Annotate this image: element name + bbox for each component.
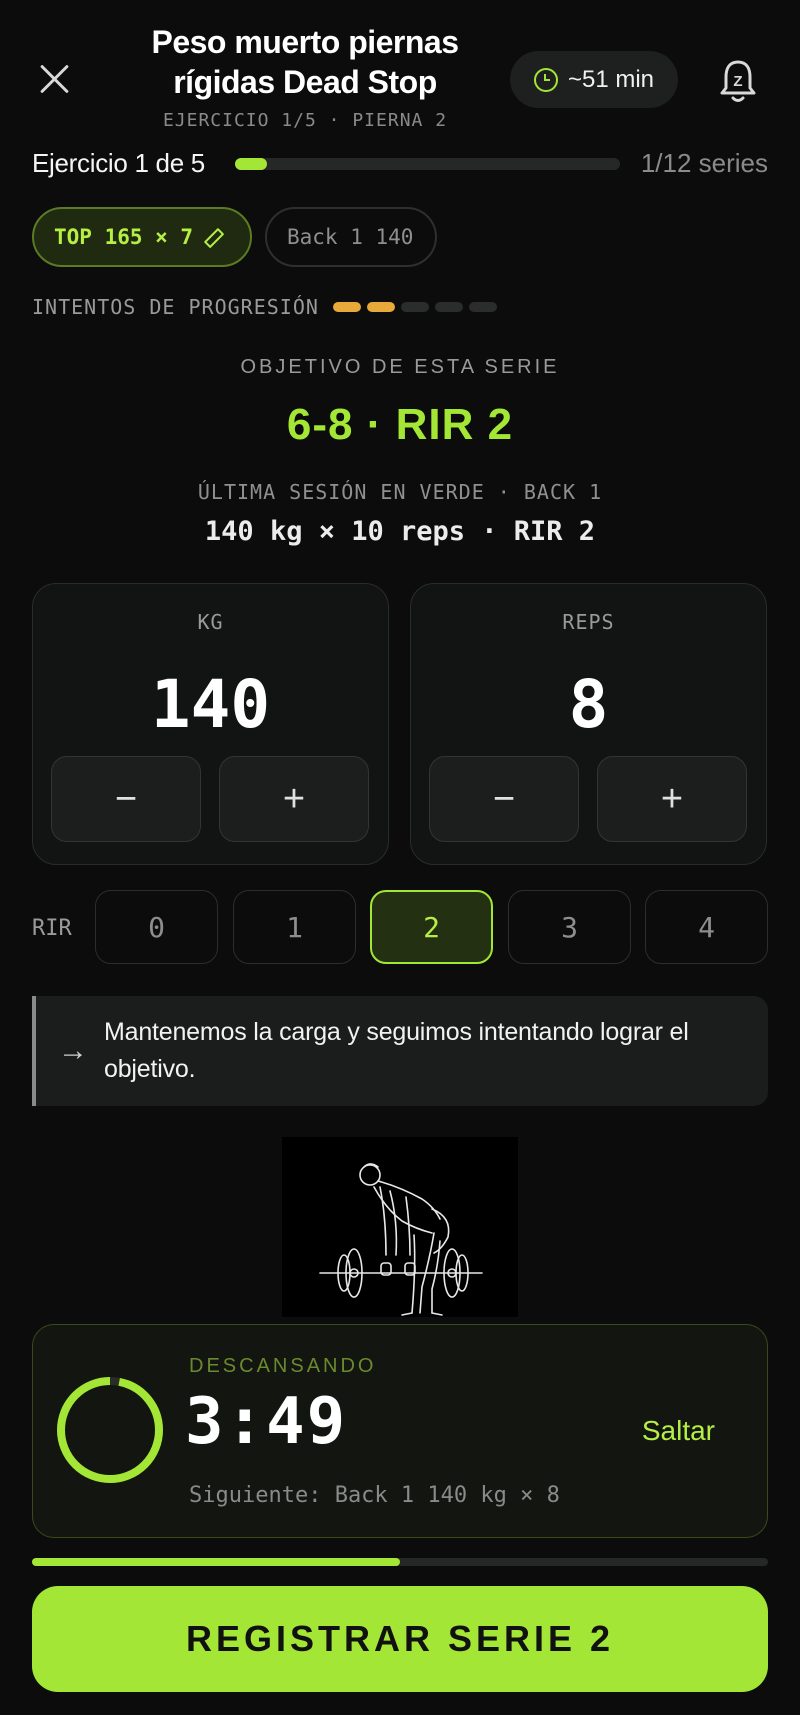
reps-value[interactable]: 8 <box>411 666 766 743</box>
exercise-subtitle: EJERCICIO 1/5 · PIERNA 2 <box>162 110 448 131</box>
rest-progress-ring <box>57 1377 163 1483</box>
rir-option-1[interactable]: 1 <box>233 890 356 964</box>
exercise-progress-fill <box>235 158 268 170</box>
progression-dot <box>333 302 361 312</box>
progression-dot <box>367 302 395 312</box>
kg-increase-button[interactable]: + <box>219 756 369 842</box>
objective-value: 6-8 · RIR 2 <box>286 400 514 449</box>
progression-label: INTENTOS DE PROGRESIÓN <box>32 295 319 319</box>
reps-decrease-button[interactable]: − <box>429 756 579 842</box>
progression-dot <box>401 302 429 312</box>
back-set-chip[interactable]: Back 1 140 <box>265 207 437 267</box>
session-progress-fill <box>32 1558 400 1566</box>
progression-dot <box>435 302 463 312</box>
session-progress-bar <box>32 1558 768 1566</box>
skip-rest-button[interactable]: Saltar <box>642 1415 715 1447</box>
deadlift-illustration <box>282 1137 518 1317</box>
last-session-label: ÚLTIMA SESIÓN EN VERDE · BACK 1 <box>197 480 603 504</box>
top-set-label: TOP 165 × 7 <box>54 225 194 249</box>
kg-label: KG <box>197 610 224 634</box>
kg-decrease-button[interactable]: − <box>51 756 201 842</box>
rir-label: RIR <box>32 916 72 941</box>
top-set-chip[interactable]: TOP 165 × 7 <box>32 207 252 267</box>
next-set-info: Siguiente: Back 1 140 kg × 8 <box>189 1483 560 1508</box>
rest-timer-card: DESCANSANDO 3:49 Siguiente: Back 1 140 k… <box>32 1324 768 1538</box>
last-session-value: 140 kg × 10 reps · RIR 2 <box>204 516 596 547</box>
register-set-button[interactable]: REGISTRAR SERIE 2 <box>32 1586 768 1692</box>
pencil-icon <box>202 226 225 249</box>
exercise-progress-bar <box>235 158 620 170</box>
exercise-counter: Ejercicio 1 de 5 <box>32 148 205 178</box>
series-counter: 1/12 series <box>640 148 768 178</box>
objective-label: OBJETIVO DE ESTA SERIE <box>240 356 560 378</box>
coach-note: → Mantenemos la carga y seguimos intenta… <box>32 996 768 1106</box>
time-estimate: ~51 min <box>567 65 655 93</box>
back-set-label: Back 1 140 <box>287 225 414 249</box>
bell-badge: Z <box>733 73 742 90</box>
close-icon[interactable] <box>36 60 74 98</box>
reps-label: REPS <box>562 610 615 634</box>
rest-countdown: 3:49 <box>185 1385 348 1459</box>
rest-status-label: DESCANSANDO <box>189 1355 377 1377</box>
time-estimate-pill[interactable]: ~51 min <box>510 51 678 108</box>
coach-note-text: Mantenemos la carga y seguimos intentand… <box>104 1018 689 1083</box>
kg-value[interactable]: 140 <box>33 666 388 743</box>
clock-icon <box>533 67 558 92</box>
rir-option-2[interactable]: 2 <box>370 890 493 964</box>
exercise-title: Peso muerto piernas rígidas Dead Stop <box>151 24 459 100</box>
reps-card: REPS 8 − + <box>410 583 767 865</box>
rir-option-0[interactable]: 0 <box>95 890 218 964</box>
progression-dot <box>469 302 497 312</box>
reps-increase-button[interactable]: + <box>597 756 747 842</box>
rir-option-4[interactable]: 4 <box>645 890 768 964</box>
kg-card: KG 140 − + <box>32 583 389 865</box>
arrow-right-icon: → <box>58 1034 88 1067</box>
progression-dots <box>333 302 497 312</box>
rir-option-3[interactable]: 3 <box>508 890 631 964</box>
bell-snooze-icon[interactable]: Z <box>718 58 758 104</box>
